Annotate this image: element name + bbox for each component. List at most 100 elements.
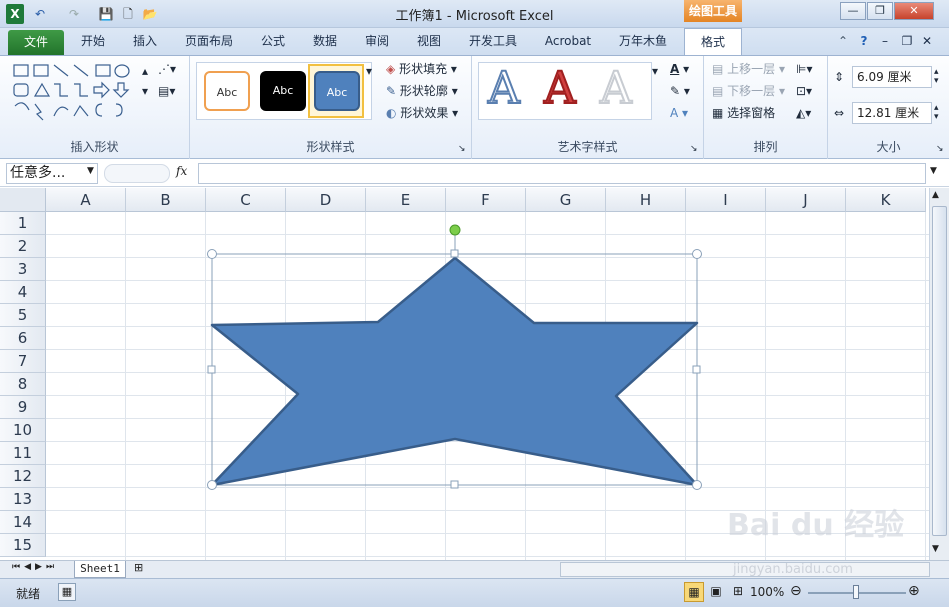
text-box-icon[interactable]: ▤▾ [158, 82, 175, 100]
text-effects-icon[interactable]: A ▾ [670, 104, 688, 122]
zoom-in-icon[interactable]: ⊕ [908, 583, 920, 599]
wordart-styles-group: A A A ▾ A ▾ ✎ ▾ A ▾ 艺术字样式 ↘ [472, 56, 704, 159]
height-icon: ⇕ [834, 70, 845, 84]
tab-home[interactable]: 开始 [74, 28, 112, 55]
wordart-style-red[interactable]: A [543, 65, 577, 113]
size-group: ⇕ 6.09 厘米 ▴ ▾ ⇔ 12.81 厘米 ▴ ▾ 大小 ↘ [828, 56, 949, 159]
edit-shape-icon[interactable]: ⋰▾ [158, 60, 176, 78]
styles-more-icon[interactable]: ▾ [366, 62, 372, 80]
shape-styles-label: 形状样式 [306, 140, 355, 154]
minimize-button[interactable]: — [840, 2, 866, 20]
tab-formulas[interactable]: 公式 [254, 28, 292, 55]
width-spinner[interactable]: ▴ ▾ [934, 104, 939, 122]
doc-restore-icon[interactable]: ❐ [900, 28, 914, 55]
zoom-slider-thumb[interactable] [853, 585, 859, 599]
macro-record-icon[interactable]: ▦ [58, 583, 76, 601]
bring-forward-label: 上移一层 [727, 62, 776, 76]
bring-forward-button[interactable]: ▤ 上移一层 ▾ [712, 60, 785, 78]
shape-height-input[interactable]: 6.09 厘米 [852, 66, 932, 88]
align-icon[interactable]: ⊫▾ [796, 60, 812, 78]
formula-input[interactable] [198, 163, 926, 184]
size-dialog-launcher-icon[interactable]: ↘ [936, 140, 944, 158]
scroll-up-icon[interactable]: ▲ [932, 190, 939, 200]
resize-handle-bottom-left [207, 480, 217, 490]
send-backward-label: 下移一层 [727, 84, 776, 98]
bring-forward-icon: ▤ [712, 62, 724, 76]
resize-handle-left [207, 365, 216, 374]
sheet-nav-icons[interactable]: ⏮◀▶⏭ [12, 562, 58, 572]
zoom-level[interactable]: 100% [750, 585, 784, 599]
shape-outline-button[interactable]: ✎ 形状轮廓 ▾ [386, 82, 458, 100]
group-icon[interactable]: ⊡▾ [796, 82, 812, 100]
formula-bar: 任意多... ▼ fx ▼ [0, 160, 949, 187]
tab-developer[interactable]: 开发工具 [462, 28, 524, 55]
rotate-icon[interactable]: ◭▾ [796, 104, 811, 122]
tab-wannianmuyu[interactable]: 万年木鱼 [612, 28, 674, 55]
name-box[interactable]: 任意多... [6, 163, 98, 184]
baidu-watermark-url: jingyan.baidu.com [733, 562, 853, 577]
tab-view[interactable]: 视图 [410, 28, 448, 55]
wordart-style-blue[interactable]: A [487, 65, 521, 113]
gallery-scroll-up-icon[interactable]: ▴ [142, 62, 148, 80]
shapes-gallery[interactable] [12, 62, 162, 132]
scroll-down-icon[interactable]: ▼ [932, 544, 939, 554]
star-polygon [210, 256, 699, 487]
resize-handle-bottom [450, 480, 459, 489]
normal-view-icon[interactable]: ▦ [684, 582, 704, 602]
status-bar: 就绪 ▦ ▦ ▣ ⊞ 100% ⊖ ⊕ [0, 578, 949, 607]
tab-file[interactable]: 文件 [8, 30, 64, 55]
selection-pane-button[interactable]: ▦ 选择窗格 [712, 104, 775, 122]
tab-insert[interactable]: 插入 [126, 28, 164, 55]
ribbon-tabs: 文件 开始 插入 页面布局 公式 数据 审阅 视图 开发工具 Acrobat 万… [0, 28, 949, 56]
tab-format[interactable]: 格式 [684, 28, 742, 56]
wordart-styles-label: 艺术字样式 [557, 140, 618, 154]
tab-data[interactable]: 数据 [306, 28, 344, 55]
text-outline-icon[interactable]: ✎ ▾ [670, 82, 690, 100]
shape-effects-button[interactable]: ◐ 形状效果 ▾ [386, 104, 458, 122]
formula-bar-splitter[interactable] [104, 164, 170, 183]
doc-minimize-icon[interactable]: – [878, 28, 892, 55]
resize-handle-right [692, 365, 701, 374]
resize-handle-top [450, 249, 459, 258]
shape-style-black[interactable]: Abc [260, 71, 306, 111]
drawing-tools-context-tab: 绘图工具 [684, 0, 742, 22]
width-icon: ⇔ [834, 106, 845, 120]
wordart-more-icon[interactable]: ▾ [652, 62, 658, 80]
help-icon[interactable]: ? [856, 28, 872, 55]
vertical-scroll-thumb[interactable] [932, 206, 947, 536]
size-label: 大小 [876, 140, 901, 154]
send-backward-button[interactable]: ▤ 下移一层 ▾ [712, 82, 785, 100]
shape-fill-button[interactable]: ◈ 形状填充 ▾ [386, 60, 457, 78]
ribbon: ▴ ▾ ⋰▾ ▤▾ 插入形状 Abc Abc Abc ▾ ◈ 形状填充 ▾ ✎ … [0, 55, 949, 159]
wordart-dialog-launcher-icon[interactable]: ↘ [690, 140, 698, 158]
insert-sheet-icon[interactable]: ⊞ [134, 561, 143, 574]
insert-function-icon[interactable]: fx [176, 164, 187, 178]
doc-close-icon[interactable]: ✕ [920, 28, 934, 55]
shape-style-orange-outline[interactable]: Abc [204, 71, 250, 111]
name-box-dropdown-icon[interactable]: ▼ [87, 166, 94, 176]
zoom-out-icon[interactable]: ⊖ [790, 583, 802, 599]
sheet-tab-sheet1[interactable]: Sheet1 [74, 561, 126, 578]
dialog-launcher-icon[interactable]: ↘ [458, 140, 466, 158]
minimize-ribbon-icon[interactable]: ⌃ [836, 28, 850, 55]
effects-icon: ◐ [386, 106, 397, 120]
gallery-scroll-down-icon[interactable]: ▾ [142, 82, 148, 100]
insert-shapes-group: ▴ ▾ ⋰▾ ▤▾ 插入形状 [0, 56, 190, 159]
tab-page-layout[interactable]: 页面布局 [178, 28, 240, 55]
page-break-view-icon[interactable]: ⊞ [728, 582, 748, 602]
shape-width-input[interactable]: 12.81 厘米 [852, 102, 932, 124]
expand-formula-bar-icon[interactable]: ▼ [930, 166, 937, 176]
height-spinner[interactable]: ▴ ▾ [934, 68, 939, 86]
close-button[interactable]: ✕ [894, 2, 934, 20]
tab-acrobat[interactable]: Acrobat [538, 28, 598, 55]
page-layout-view-icon[interactable]: ▣ [706, 582, 726, 602]
text-fill-icon[interactable]: A ▾ [670, 60, 689, 78]
shape-style-blue[interactable]: Abc [314, 71, 360, 111]
tab-review[interactable]: 审阅 [358, 28, 396, 55]
restore-button[interactable]: ❐ [867, 2, 893, 20]
rotation-handle [449, 224, 461, 236]
pen-icon: ✎ [386, 84, 397, 98]
vertical-scrollbar[interactable]: ▲ ▼ [929, 188, 949, 560]
shape-outline-label: 形状轮廓 [399, 84, 448, 98]
wordart-style-white[interactable]: A [599, 65, 633, 113]
